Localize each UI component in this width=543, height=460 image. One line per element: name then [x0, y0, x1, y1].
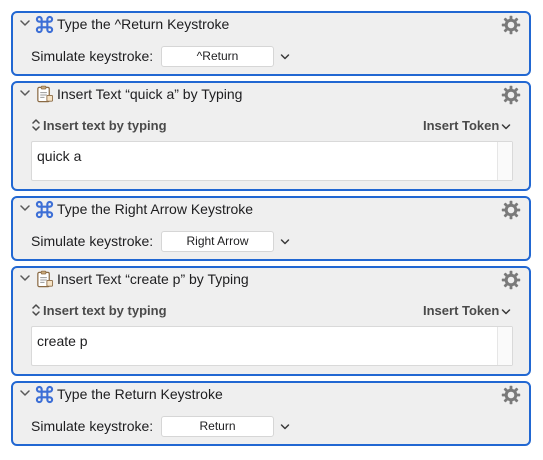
text-to-insert-field[interactable]: quick a: [31, 141, 513, 181]
action-keystroke-return[interactable]: Type the Return Keystroke Simulate keyst…: [11, 381, 531, 446]
action-insert-text-create-p[interactable]: Insert Text “create p” by Typing Insert …: [11, 266, 531, 376]
gear-icon[interactable]: [501, 85, 521, 105]
insert-mode-popup[interactable]: Insert text by typing: [43, 118, 167, 134]
up-down-arrows-icon[interactable]: [31, 303, 41, 317]
chevron-down-icon[interactable]: [279, 420, 291, 432]
action-title: Type the ^Return Keystroke: [57, 16, 230, 32]
chevron-down-icon[interactable]: [500, 305, 512, 317]
action-title: Type the Return Keystroke: [57, 386, 223, 402]
chevron-down-icon[interactable]: [20, 16, 32, 32]
action-header: Type the Return Keystroke: [13, 383, 529, 409]
chevron-down-icon[interactable]: [279, 235, 291, 247]
insert-token-menu[interactable]: Insert Token: [423, 303, 499, 319]
simulate-keystroke-label: Simulate keystroke:: [31, 233, 154, 249]
chevron-down-icon[interactable]: [20, 201, 32, 217]
keystroke-field[interactable]: ^Return: [161, 46, 274, 67]
clipboard-text-icon: [35, 85, 54, 104]
gear-icon[interactable]: [501, 270, 521, 290]
command-key-icon: [35, 385, 54, 404]
action-header: Insert Text “create p” by Typing: [13, 268, 529, 294]
action-title: Insert Text “create p” by Typing: [57, 271, 249, 287]
chevron-down-icon[interactable]: [20, 271, 32, 287]
simulate-keystroke-label: Simulate keystroke:: [31, 48, 154, 64]
command-key-icon: [35, 200, 54, 219]
insert-token-menu[interactable]: Insert Token: [423, 118, 499, 134]
action-header: Insert Text “quick a” by Typing: [13, 83, 529, 109]
text-to-insert-value: quick a: [37, 148, 82, 164]
text-to-insert-field[interactable]: create p: [31, 326, 513, 366]
keystroke-field[interactable]: Right Arrow: [161, 231, 274, 252]
keystroke-field[interactable]: Return: [161, 416, 274, 437]
clipboard-text-icon: [35, 270, 54, 289]
gear-icon[interactable]: [501, 200, 521, 220]
insert-mode-popup[interactable]: Insert text by typing: [43, 303, 167, 319]
action-keystroke-ctrl-return[interactable]: Type the ^Return Keystroke Simulate keys…: [11, 11, 531, 76]
chevron-down-icon[interactable]: [500, 120, 512, 132]
chevron-down-icon[interactable]: [20, 386, 32, 402]
command-key-icon: [35, 15, 54, 34]
action-header: Type the Right Arrow Keystroke: [13, 198, 529, 224]
gear-icon[interactable]: [501, 15, 521, 35]
action-insert-text-quick-a[interactable]: Insert Text “quick a” by Typing Insert t…: [11, 81, 531, 191]
text-to-insert-value: create p: [37, 333, 88, 349]
chevron-down-icon[interactable]: [20, 86, 32, 102]
simulate-keystroke-label: Simulate keystroke:: [31, 418, 154, 434]
up-down-arrows-icon[interactable]: [31, 118, 41, 132]
gear-icon[interactable]: [501, 385, 521, 405]
chevron-down-icon[interactable]: [279, 50, 291, 62]
scrollbar[interactable]: [497, 142, 512, 180]
action-header: Type the ^Return Keystroke: [13, 13, 529, 39]
action-title: Insert Text “quick a” by Typing: [57, 86, 243, 102]
action-title: Type the Right Arrow Keystroke: [57, 201, 254, 217]
scrollbar[interactable]: [497, 327, 512, 365]
action-keystroke-right-arrow[interactable]: Type the Right Arrow Keystroke Simulate …: [11, 196, 531, 261]
